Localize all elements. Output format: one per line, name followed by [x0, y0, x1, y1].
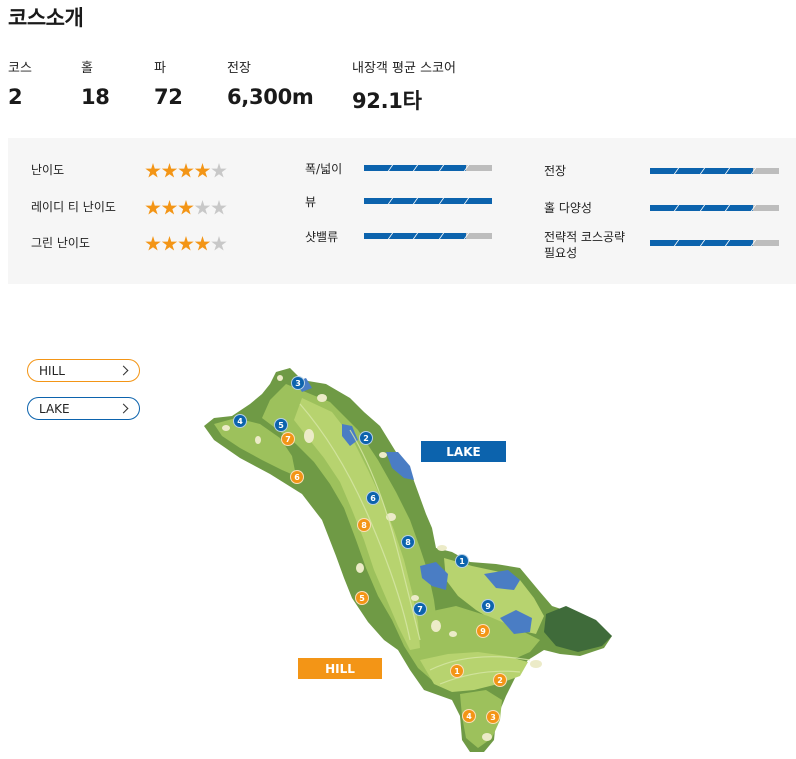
hill-hole-marker[interactable]: 7	[281, 432, 295, 446]
lake-hole-marker[interactable]: 9	[481, 599, 495, 613]
lake-hole-marker[interactable]: 2	[359, 431, 373, 445]
hill-course-map-tag: HILL	[298, 658, 382, 679]
lake-hole-marker[interactable]: 3	[291, 376, 305, 390]
lake-hole-marker[interactable]: 7	[413, 602, 427, 616]
hill-hole-marker[interactable]: 5	[355, 591, 369, 605]
course-map	[204, 368, 612, 752]
lake-hole-marker[interactable]: 6	[366, 491, 380, 505]
lake-course-map-tag: LAKE	[421, 441, 506, 462]
hill-hole-marker[interactable]: 4	[462, 709, 476, 723]
hill-hole-marker[interactable]: 9	[476, 624, 490, 638]
hill-hole-marker[interactable]: 2	[493, 673, 507, 687]
lake-hole-marker[interactable]: 8	[401, 535, 415, 549]
hill-hole-marker[interactable]: 6	[290, 470, 304, 484]
lake-hole-marker[interactable]: 1	[455, 554, 469, 568]
lake-hole-marker[interactable]: 5	[274, 418, 288, 432]
hill-hole-marker[interactable]: 3	[486, 710, 500, 724]
lake-hole-marker[interactable]: 4	[233, 414, 247, 428]
hill-hole-marker[interactable]: 1	[450, 664, 464, 678]
hill-hole-marker[interactable]: 8	[357, 518, 371, 532]
